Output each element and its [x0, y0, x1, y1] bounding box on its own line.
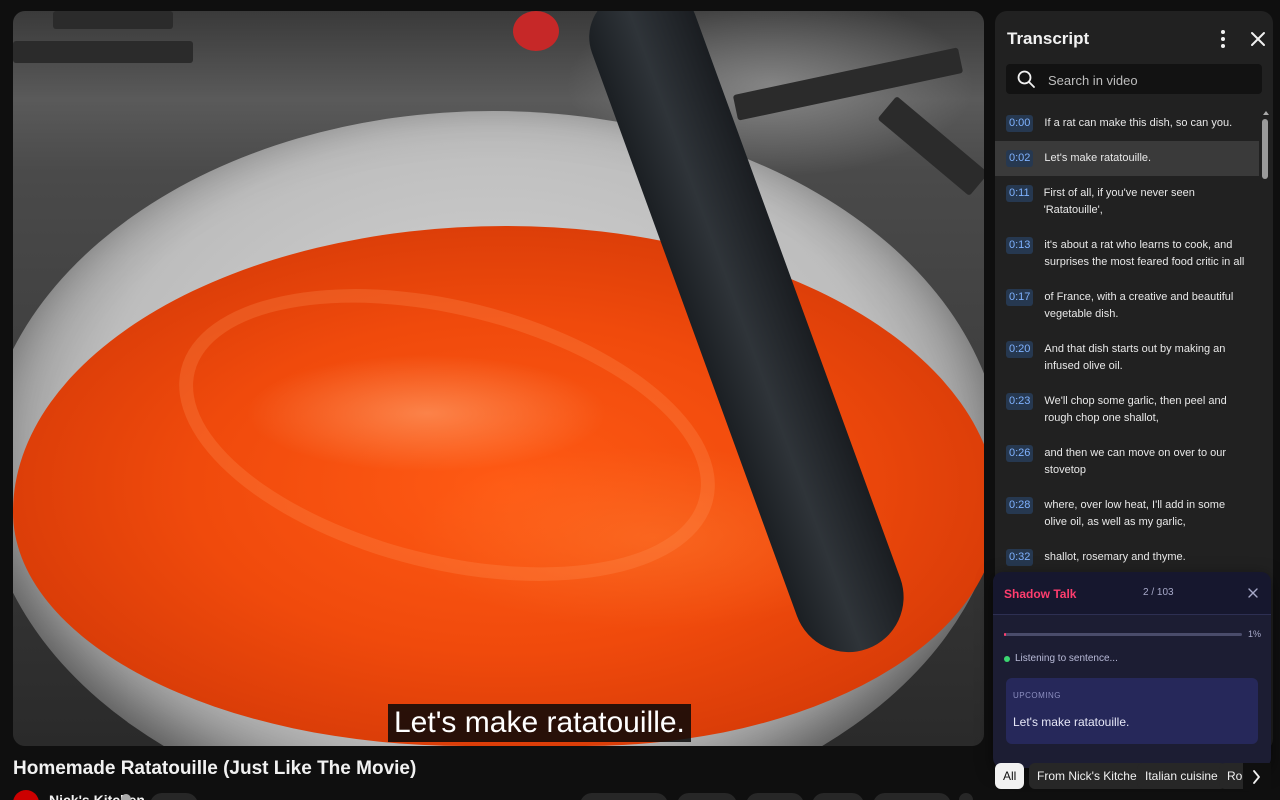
stove-grate — [732, 47, 964, 121]
search-input[interactable] — [1046, 68, 1260, 92]
transcript-row[interactable]: 0:13 it's about a rat who learns to cook,… — [995, 228, 1259, 280]
transcript-text: of France, with a creative and beautiful… — [1044, 291, 1234, 320]
transcript-text: where, over low heat, I'll add in some o… — [1044, 499, 1226, 528]
related-chips: All From Nick's Kitchen Italian cuisine … — [995, 763, 1280, 791]
shadow-talk-panel: Shadow Talk 2 / 103 1% Listening to sent… — [993, 572, 1271, 768]
listening-status-dot — [1004, 656, 1010, 662]
stove-grate — [877, 95, 984, 197]
verified-icon — [121, 794, 131, 800]
search-icon — [1016, 69, 1036, 89]
save-button[interactable] — [873, 793, 951, 800]
transcript-timestamp[interactable]: 0:20 — [1006, 341, 1034, 358]
transcript-row[interactable]: 0:20 And that dish starts out by making a… — [995, 332, 1259, 384]
stove-grate — [53, 11, 173, 29]
stove-grate — [13, 41, 193, 63]
transcript-row[interactable]: 0:23 We'll chop some garlic, then peel an… — [995, 384, 1259, 436]
video-caption: Let's make ratatouille. — [388, 704, 691, 742]
spatula-handle-tip — [513, 11, 559, 51]
transcript-timestamp[interactable]: 0:00 — [1006, 115, 1034, 132]
share-button[interactable] — [677, 793, 737, 800]
youtube-watch-page: Let's make ratatouille. Homemade Ratatou… — [0, 0, 1280, 800]
transcript-scrollbar[interactable] — [1262, 119, 1268, 179]
sentence-counter: 2 / 103 — [1143, 587, 1174, 598]
progress-fill — [1004, 633, 1007, 636]
transcript-text: and then we can move on over to our stov… — [1044, 447, 1227, 476]
transcript-timestamp[interactable]: 0:11 — [1006, 185, 1033, 202]
transcript-text: If a rat can make this dish, so can you. — [1044, 117, 1233, 129]
transcript-timestamp[interactable]: 0:02 — [1006, 150, 1034, 167]
transcript-row[interactable]: 0:32 shallot, rosemary and thyme. — [995, 540, 1259, 575]
transcript-text: We'll chop some garlic, then peel and ro… — [1044, 395, 1227, 424]
transcript-list: 0:00 If a rat can make this dish, so can … — [995, 106, 1259, 576]
shadow-talk-title: Shadow Talk — [1004, 587, 1077, 601]
like-button[interactable] — [580, 793, 668, 800]
transcript-text: And that dish starts out by making an in… — [1044, 343, 1226, 372]
transcript-timestamp[interactable]: 0:28 — [1006, 497, 1034, 514]
video-frame — [13, 11, 984, 746]
video-player[interactable]: Let's make ratatouille. — [13, 11, 984, 746]
download-button[interactable] — [746, 793, 804, 800]
transcript-text: First of all, if you've never seen 'Rata… — [1043, 187, 1195, 216]
transcript-row[interactable]: 0:00 If a rat can make this dish, so can … — [995, 106, 1259, 141]
transcript-timestamp[interactable]: 0:17 — [1006, 289, 1034, 306]
transcript-header: Transcript — [995, 11, 1273, 67]
transcript-search[interactable] — [1006, 64, 1262, 94]
video-title: Homemade Ratatouille (Just Like The Movi… — [13, 758, 417, 779]
shadow-talk-header: Shadow Talk 2 / 103 — [993, 572, 1271, 615]
transcript-row[interactable]: 0:28 where, over low heat, I'll add in so… — [995, 488, 1259, 540]
transcript-timestamp[interactable]: 0:32 — [1006, 549, 1034, 566]
transcript-timestamp[interactable]: 0:13 — [1006, 237, 1034, 254]
chip-all[interactable]: All — [995, 763, 1025, 789]
transcript-row[interactable]: 0:11 First of all, if you've never seen '… — [995, 176, 1259, 228]
listening-status: Listening to sentence... — [1015, 653, 1118, 664]
transcript-timestamp[interactable]: 0:23 — [1006, 393, 1034, 410]
transcript-text: Let's make ratatouille. — [1044, 152, 1152, 164]
chevron-right-icon[interactable] — [1243, 763, 1271, 791]
progress-percent: 1% — [1248, 629, 1262, 639]
progress-track — [1004, 633, 1242, 636]
scroll-up-icon[interactable] — [1263, 111, 1269, 115]
subscribe-button[interactable] — [150, 793, 198, 800]
upcoming-label: UPCOMING — [1013, 691, 1061, 700]
more-vertical-icon[interactable] — [1213, 28, 1233, 50]
transcript-timestamp[interactable]: 0:26 — [1006, 445, 1034, 462]
transcript-title: Transcript — [1007, 29, 1090, 48]
transcript-row[interactable]: 0:02 Let's make ratatouille. — [995, 141, 1259, 176]
chip-italian-cuisine[interactable]: Italian cuisine — [1137, 763, 1226, 789]
close-icon[interactable] — [1247, 586, 1259, 598]
chip-from-channel[interactable]: From Nick's Kitchen — [1029, 763, 1152, 789]
channel-row: Nick's Kitchen — [13, 788, 973, 800]
transcript-text: shallot, rosemary and thyme. — [1044, 551, 1186, 563]
upcoming-text: Let's make ratatouille. — [1013, 715, 1130, 729]
clip-button[interactable] — [812, 793, 864, 800]
close-icon[interactable] — [1247, 28, 1269, 50]
more-actions-button[interactable] — [959, 793, 973, 800]
transcript-row[interactable]: 0:26 and then we can move on over to our … — [995, 436, 1259, 488]
transcript-text: it's about a rat who learns to cook, and… — [1044, 239, 1245, 268]
channel-avatar[interactable] — [13, 790, 39, 800]
upcoming-card: UPCOMING Let's make ratatouille. — [1006, 678, 1258, 744]
transcript-row[interactable]: 0:17 of France, with a creative and beaut… — [995, 280, 1259, 332]
